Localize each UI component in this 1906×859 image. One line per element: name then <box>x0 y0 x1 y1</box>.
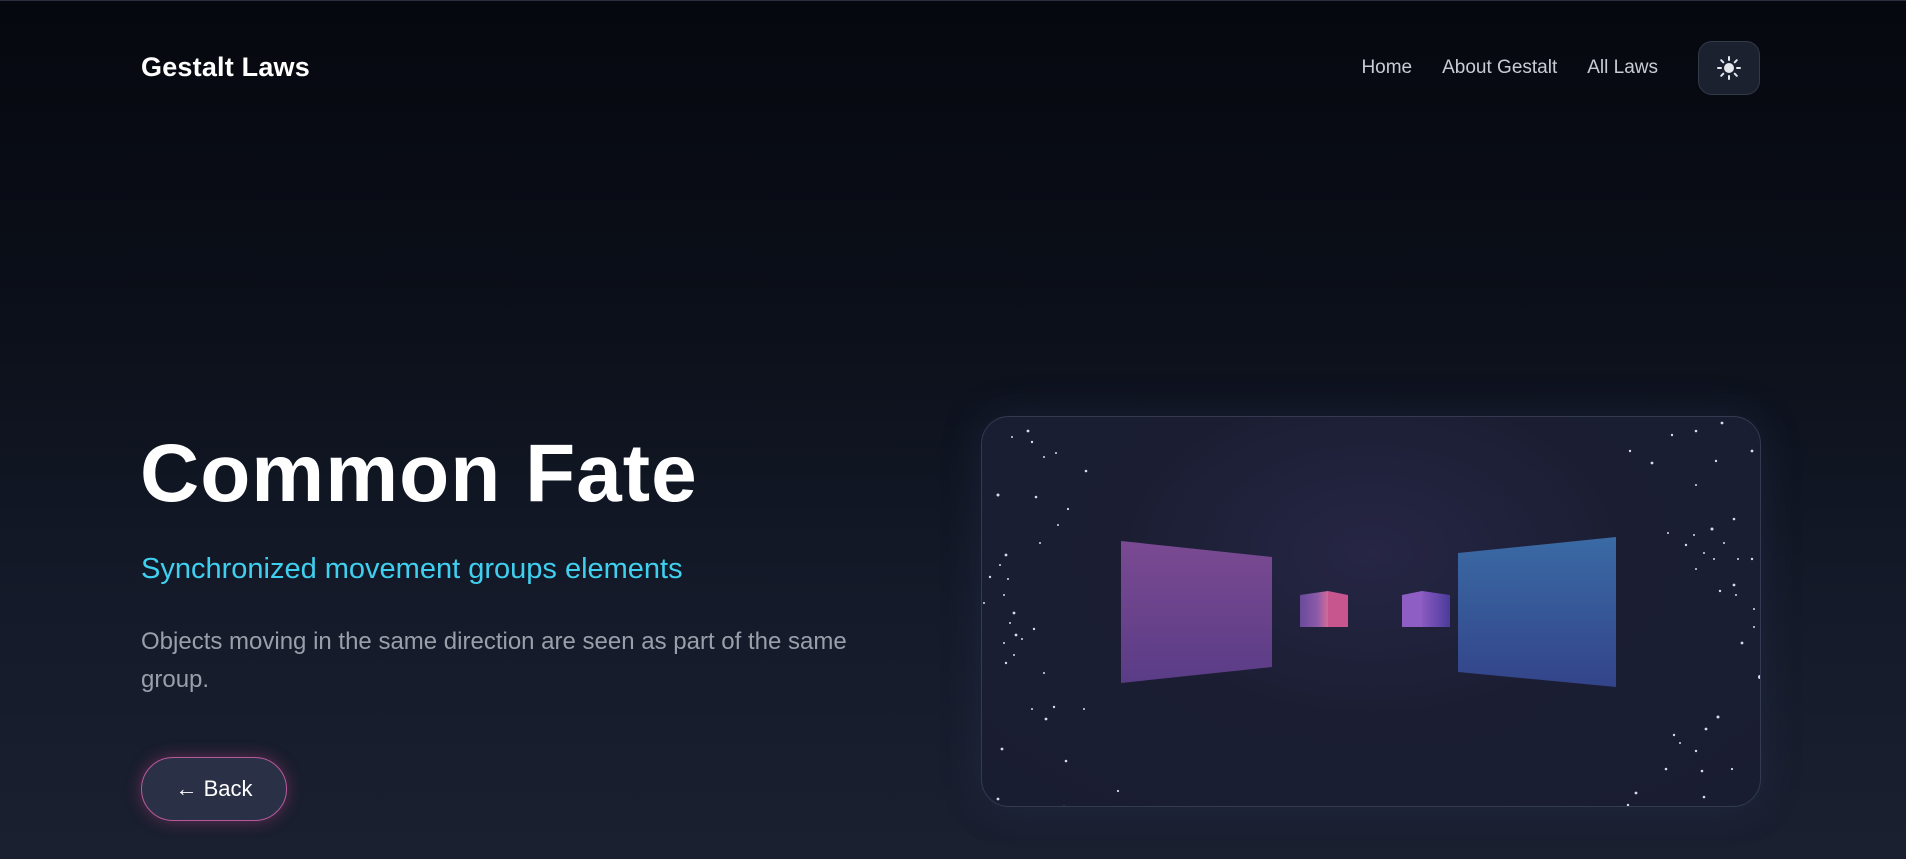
left-cube-shape <box>1300 591 1348 627</box>
right-panel-shape <box>1458 537 1616 687</box>
right-cube-shape <box>1402 591 1450 627</box>
page-description: Objects moving in the same direction are… <box>141 628 847 693</box>
theme-toggle-button[interactable] <box>1698 41 1760 95</box>
sun-icon <box>1716 55 1742 81</box>
top-nav: Gestalt Laws Home About Gestalt All Laws <box>0 1 1906 135</box>
left-panel-shape <box>1121 541 1272 683</box>
nav-link-home[interactable]: Home <box>1361 57 1412 79</box>
nav-link-about-gestalt[interactable]: About Gestalt <box>1442 57 1557 79</box>
starfield <box>983 421 1760 806</box>
page-subtitle: Synchronized movement groups elements <box>141 553 683 585</box>
page-title: Common Fate <box>140 428 698 519</box>
nav-links: Home About Gestalt All Laws <box>1361 57 1658 79</box>
nav-link-all-laws[interactable]: All Laws <box>1587 57 1658 79</box>
scene-canvas[interactable] <box>981 416 1761 807</box>
brand-logo[interactable]: Gestalt Laws <box>141 52 310 83</box>
3d-moving-panels-illustration <box>983 421 1760 806</box>
back-button[interactable]: ← Back <box>141 757 287 821</box>
